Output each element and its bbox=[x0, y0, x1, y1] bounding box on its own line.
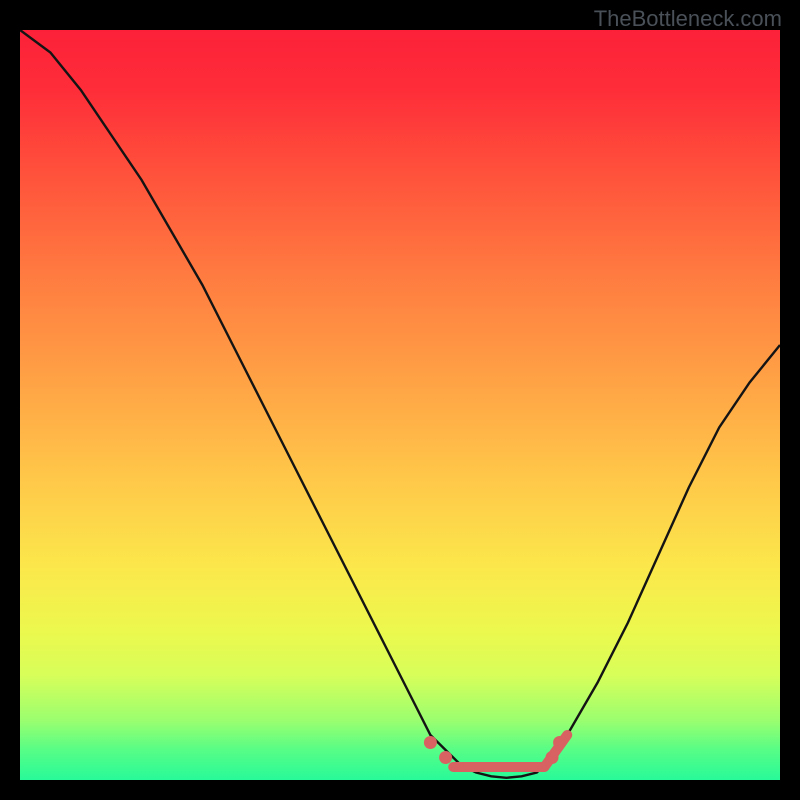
bottleneck-curve bbox=[20, 30, 780, 778]
curve-overlay bbox=[20, 30, 780, 780]
chart-container: TheBottleneck.com bbox=[0, 0, 800, 800]
plot-area bbox=[20, 30, 780, 780]
watermark-text: TheBottleneck.com bbox=[594, 6, 782, 32]
